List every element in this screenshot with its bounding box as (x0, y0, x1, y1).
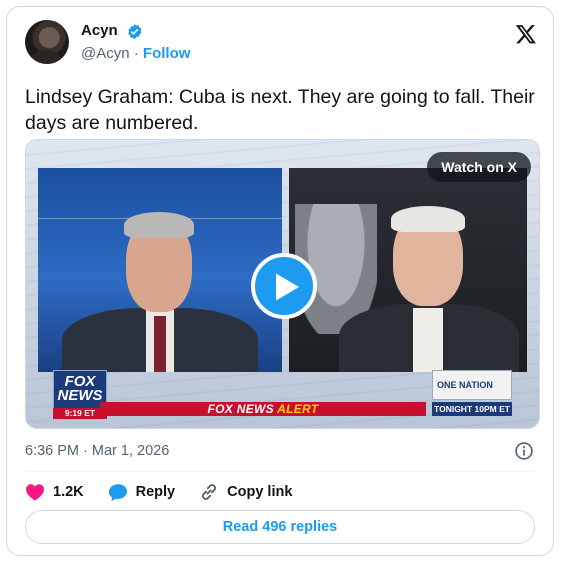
tweet-text: Lindsey Graham: Cuba is next. They are g… (25, 86, 535, 134)
like-count: 1.2K (53, 484, 84, 500)
author-handle[interactable]: @Acyn (81, 45, 130, 62)
alert-word: ALERT (277, 402, 319, 416)
verified-badge-icon (128, 24, 142, 39)
copy-link-button[interactable]: Copy link (199, 482, 292, 502)
fox-logo-line2: NEWS (57, 387, 103, 404)
divider (25, 471, 535, 472)
copy-link-label: Copy link (227, 484, 293, 500)
follow-button[interactable]: Follow (143, 45, 191, 62)
like-button[interactable]: 1.2K (25, 483, 84, 501)
promo-time: TONIGHT 10PM ET (432, 402, 512, 416)
action-bar: 1.2K Reply Copy link (25, 481, 316, 503)
handle-row: @Acyn · Follow (81, 45, 190, 62)
fox-news-time: 9:19 ET (53, 408, 107, 419)
link-icon (202, 484, 217, 500)
play-icon (276, 273, 299, 301)
watch-on-x-button[interactable]: Watch on X (427, 152, 531, 182)
avatar[interactable] (25, 20, 69, 64)
x-logo-icon[interactable] (515, 23, 537, 45)
promo-title: ONE NATION (432, 370, 512, 400)
reply-label: Reply (135, 484, 176, 500)
play-button[interactable] (251, 253, 317, 319)
left-video-panel (38, 168, 282, 372)
video-thumbnail[interactable]: FOX NEWS 9:19 ET FOX NEWS ALERT ONE NATI… (25, 139, 540, 429)
reply-icon (108, 483, 127, 501)
right-video-panel (289, 168, 527, 372)
read-replies-button[interactable]: Read 496 replies (25, 510, 535, 544)
alert-prefix: FOX NEWS (207, 402, 274, 416)
handle-separator: · (133, 45, 139, 62)
tweet-card: Acyn @Acyn · Follow Lindsey Graham: Cuba… (6, 6, 554, 556)
author-name[interactable]: Acyn (81, 22, 118, 39)
info-icon[interactable] (514, 441, 534, 461)
news-alert-bar: FOX NEWS ALERT (100, 402, 426, 416)
heart-icon (26, 484, 44, 501)
timestamp[interactable]: 6:36 PM · Mar 1, 2026 (25, 443, 169, 459)
reply-button[interactable]: Reply (108, 483, 176, 502)
